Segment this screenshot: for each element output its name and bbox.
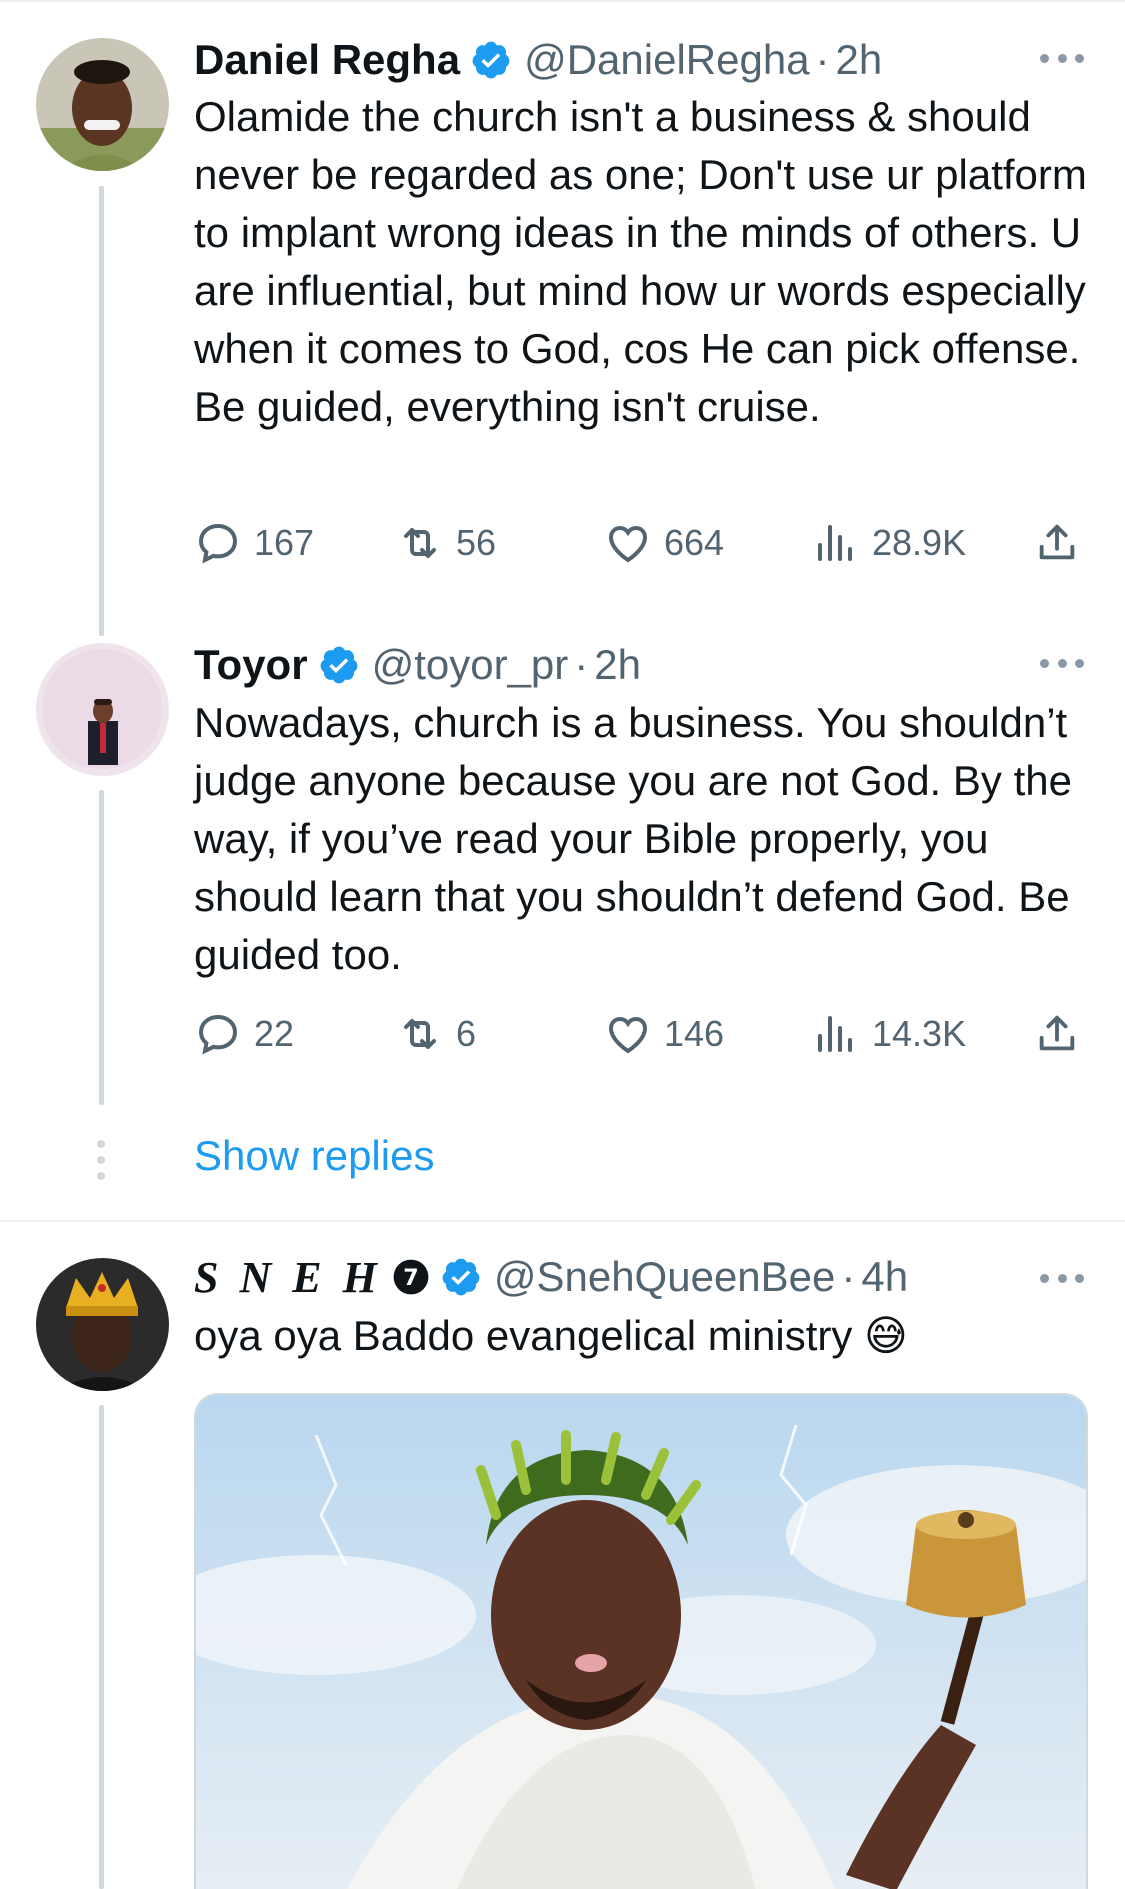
more-icon[interactable] <box>1040 1268 1084 1288</box>
like-count: 146 <box>664 1013 725 1054</box>
retweet-count: 56 <box>456 522 497 563</box>
reply-icon <box>198 523 238 564</box>
show-replies-link[interactable]: Show replies <box>194 1132 434 1180</box>
views-button[interactable]: 14.3K <box>812 1004 966 1064</box>
verified-badge-icon <box>472 41 510 79</box>
views-count: 14.3K <box>872 1013 967 1054</box>
separator-dot: · <box>841 1253 856 1300</box>
more-icon[interactable] <box>1040 48 1084 68</box>
retweet-button[interactable]: 56 <box>396 513 496 573</box>
retweet-count: 6 <box>456 1013 477 1054</box>
thread-line <box>99 790 104 1105</box>
tweet-actions: 167 56 664 28.9K <box>194 513 1094 573</box>
thread-line <box>99 1405 104 1889</box>
author-handle[interactable]: @SnehQueenBee <box>494 1253 836 1301</box>
tweet-text: Olamide the church isn't a business & sh… <box>194 93 1087 430</box>
share-icon <box>1039 524 1075 560</box>
like-button[interactable]: 146 <box>604 1004 724 1064</box>
share-button[interactable] <box>1034 1004 1092 1064</box>
thread-line <box>99 186 104 636</box>
retweet-icon <box>404 528 436 558</box>
share-icon <box>1039 1015 1075 1051</box>
reply-button[interactable]: 167 <box>194 513 314 573</box>
tweet-header: Toyor @toyor_pr · 2h <box>194 637 641 693</box>
tweet-header: Daniel Regha @DanielRegha · 2h <box>194 32 882 88</box>
tweet-actions: 22 6 146 14.3K <box>194 1004 1094 1064</box>
reply-icon <box>198 1014 238 1055</box>
avatar[interactable] <box>36 38 169 171</box>
tweet-divider <box>0 1220 1125 1222</box>
separator-dot: · <box>574 641 589 688</box>
more-replies-dots <box>96 1140 106 1180</box>
tweet-media-image[interactable] <box>194 1393 1088 1889</box>
like-count: 664 <box>664 522 725 563</box>
like-icon <box>608 1016 648 1054</box>
share-button[interactable] <box>1034 513 1092 573</box>
author-name[interactable]: Toyor <box>194 641 308 689</box>
timestamp[interactable]: 2h <box>594 641 641 689</box>
views-icon <box>818 525 852 561</box>
reply-count: 167 <box>254 522 315 563</box>
views-icon <box>818 1016 852 1052</box>
reply-button[interactable]: 22 <box>194 1004 294 1064</box>
tweet-text: oya oya Baddo evangelical ministry 😅 <box>194 1312 908 1359</box>
avatar[interactable] <box>36 643 169 776</box>
author-name[interactable]: Daniel Regha <box>194 36 460 84</box>
verified-badge-icon <box>320 646 357 684</box>
svg-text:7: 7 <box>403 1265 418 1291</box>
separator-dot: · <box>815 36 830 83</box>
like-icon <box>608 525 648 563</box>
verified-badge-icon <box>442 1258 480 1296</box>
timestamp[interactable]: 2h <box>836 36 883 84</box>
views-count: 28.9K <box>872 522 967 563</box>
like-button[interactable]: 664 <box>604 513 724 573</box>
author-name[interactable]: S N E H <box>194 1252 382 1303</box>
timestamp[interactable]: 4h <box>861 1253 908 1301</box>
number-seven-badge-icon: 7 <box>393 1259 429 1295</box>
tweet-text: Nowadays, church is a business. You shou… <box>194 699 1072 978</box>
retweet-icon <box>404 1019 436 1049</box>
author-handle[interactable]: @toyor_pr <box>372 641 569 689</box>
views-button[interactable]: 28.9K <box>812 513 966 573</box>
avatar[interactable] <box>36 1258 169 1391</box>
reply-count: 22 <box>254 1013 295 1054</box>
author-handle[interactable]: @DanielRegha <box>524 36 809 84</box>
tweet-header: S N E H 7 @SnehQueenBee · 4h <box>194 1249 908 1305</box>
retweet-button[interactable]: 6 <box>396 1004 476 1064</box>
top-divider <box>0 0 1125 2</box>
more-icon[interactable] <box>1040 653 1084 673</box>
